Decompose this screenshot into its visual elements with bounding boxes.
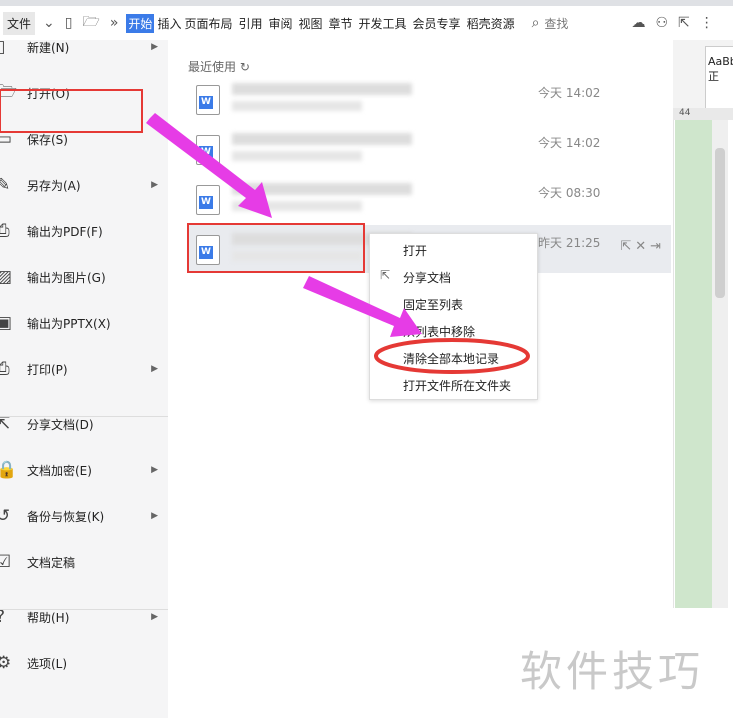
annotations (0, 89, 530, 374)
watermark: 软件技巧 (520, 647, 705, 696)
highlight-ellipse (374, 338, 530, 374)
highlight-box-open (0, 89, 143, 133)
arrow-2 (303, 276, 422, 337)
arrow-1 (146, 113, 272, 218)
highlight-box-file (187, 223, 365, 273)
